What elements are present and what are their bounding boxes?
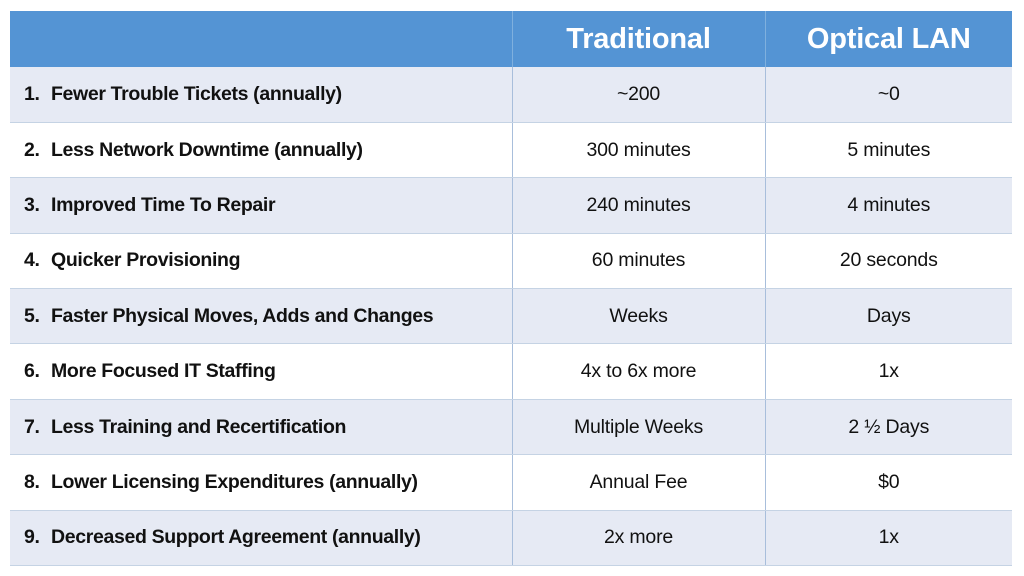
table-row: 9. Decreased Support Agreement (annually)… <box>10 510 1012 567</box>
benefit-label: Fewer Trouble Tickets (annually) <box>51 82 342 105</box>
table-row: 1. Fewer Trouble Tickets (annually) ~200 ~0 <box>10 67 1012 123</box>
benefit-label: Decreased Support Agreement (annually) <box>51 526 421 549</box>
cell-traditional: Multiple Weeks <box>512 399 766 456</box>
cell-benefit: 4. Quicker Provisioning <box>10 233 513 290</box>
cell-benefit: 9. Decreased Support Agreement (annually) <box>10 510 513 567</box>
cell-optical-lan: Days <box>765 288 1012 345</box>
table-row: 8. Lower Licensing Expenditures (annually… <box>10 454 1012 511</box>
benefit-label: Lower Licensing Expenditures (annually) <box>51 470 418 493</box>
cell-traditional: 2x more <box>512 510 766 567</box>
cell-benefit: 8. Lower Licensing Expenditures (annually… <box>10 454 513 511</box>
header-row: Traditional Optical LAN <box>10 11 1012 67</box>
column-header-benefit <box>10 11 513 67</box>
cell-benefit: 1. Fewer Trouble Tickets (annually) <box>10 67 513 123</box>
table-row: 3. Improved Time To Repair 240 minutes 4 mi… <box>10 177 1012 234</box>
row-index: 3. <box>24 193 40 216</box>
cell-optical-lan: 4 minutes <box>765 177 1012 234</box>
cell-traditional: Annual Fee <box>512 454 766 511</box>
comparison-table: Traditional Optical LAN 1. Fewer Trouble … <box>10 11 1012 567</box>
column-header-optical-lan: Optical LAN <box>765 11 1012 67</box>
cell-traditional: 300 minutes <box>512 122 766 179</box>
cell-optical-lan: 5 minutes <box>765 122 1012 179</box>
row-index: 7. <box>24 415 40 438</box>
table-row: 6. More Focused IT Staffing 4x to 6x more 1… <box>10 343 1012 400</box>
row-index: 5. <box>24 304 40 327</box>
cell-benefit: 7. Less Training and Recertification <box>10 399 513 456</box>
table-body: 1. Fewer Trouble Tickets (annually) ~200 ~0… <box>10 67 1012 567</box>
table-row: 5. Faster Physical Moves, Adds and Change… <box>10 288 1012 345</box>
table-row: 2. Less Network Downtime (annually) 300 mi… <box>10 122 1012 179</box>
benefit-label: Improved Time To Repair <box>51 193 276 216</box>
cell-traditional: Weeks <box>512 288 766 345</box>
cell-traditional: 60 minutes <box>512 233 766 290</box>
row-index: 8. <box>24 470 40 493</box>
cell-optical-lan: $0 <box>765 454 1012 511</box>
cell-benefit: 6. More Focused IT Staffing <box>10 343 513 400</box>
cell-benefit: 5. Faster Physical Moves, Adds and Change… <box>10 288 513 345</box>
cell-traditional: 240 minutes <box>512 177 766 234</box>
cell-optical-lan: 1x <box>765 510 1012 567</box>
cell-optical-lan: 20 seconds <box>765 233 1012 290</box>
cell-benefit: 2. Less Network Downtime (annually) <box>10 122 513 179</box>
cell-traditional: ~200 <box>512 67 766 123</box>
table-row: 4. Quicker Provisioning 60 minutes 20 secon… <box>10 233 1012 290</box>
row-index: 1. <box>24 82 40 105</box>
benefit-label: Less Network Downtime (annually) <box>51 138 363 161</box>
row-index: 9. <box>24 526 40 549</box>
cell-benefit: 3. Improved Time To Repair <box>10 177 513 234</box>
cell-optical-lan: 2 ½ Days <box>765 399 1012 456</box>
row-index: 6. <box>24 360 40 383</box>
row-index: 2. <box>24 138 40 161</box>
cell-optical-lan: ~0 <box>765 67 1012 123</box>
table-row: 7. Less Training and Recertification Multi… <box>10 399 1012 456</box>
column-header-traditional: Traditional <box>512 11 766 67</box>
row-index: 4. <box>24 249 40 272</box>
benefit-label: Faster Physical Moves, Adds and Changes <box>51 304 434 327</box>
table-header: Traditional Optical LAN <box>10 11 1012 67</box>
benefit-label: More Focused IT Staffing <box>51 360 276 383</box>
benefit-label: Less Training and Recertification <box>51 415 347 438</box>
cell-traditional: 4x to 6x more <box>512 343 766 400</box>
benefit-label: Quicker Provisioning <box>51 249 241 272</box>
cell-optical-lan: 1x <box>765 343 1012 400</box>
